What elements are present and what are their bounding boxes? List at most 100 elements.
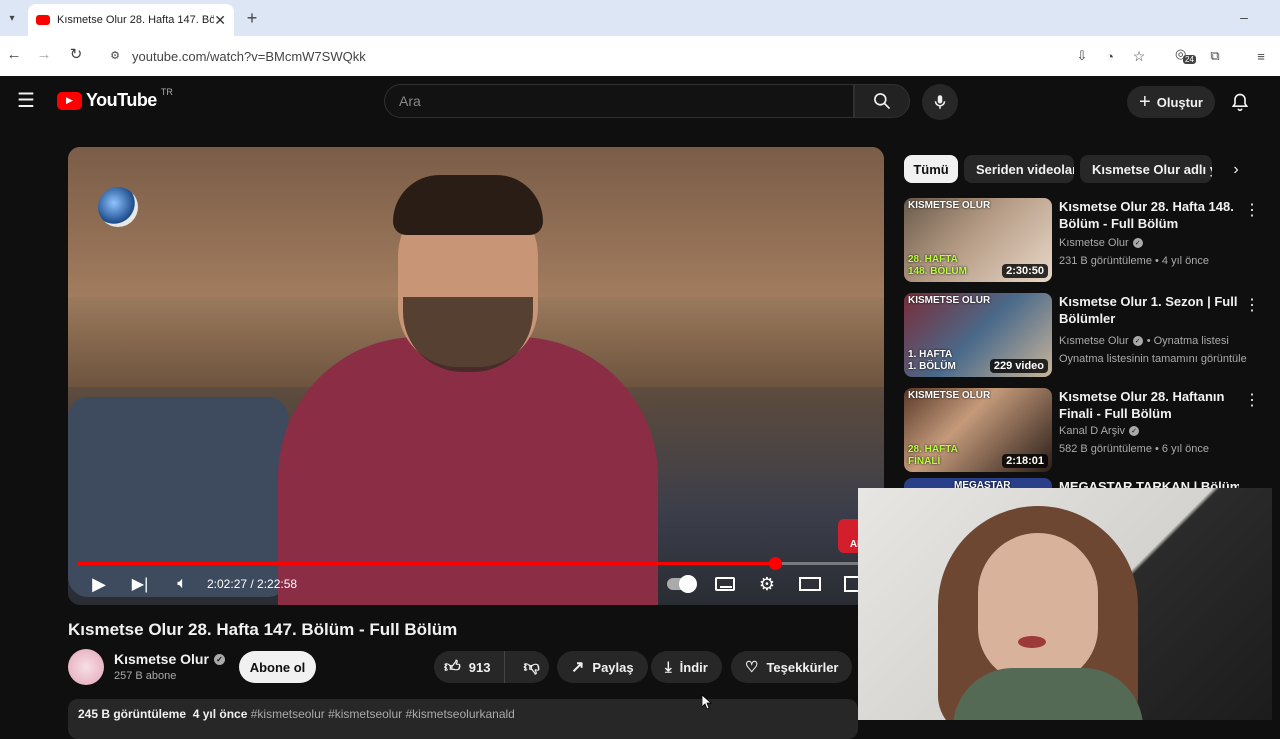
- recommended-video-title[interactable]: Kısmetse Olur 28. Hafta 148. Bölüm - Ful…: [1059, 198, 1239, 232]
- share-button[interactable]: ↗ Paylaş: [557, 651, 648, 683]
- description-box[interactable]: 245 B görüntüleme 4 yıl önce #kismetseol…: [68, 699, 858, 739]
- new-tab-icon[interactable]: +: [243, 8, 261, 28]
- thumbnail-brand-text: KISMETSE OLUR: [908, 200, 991, 211]
- address-bar[interactable]: ⚙ youtube.com/watch?v=BMcmW7SWQkk: [100, 42, 1160, 70]
- subscriber-count: 257 B abone: [114, 670, 177, 682]
- dislike-button[interactable]: 👎︎: [513, 651, 549, 683]
- chip-channel-videos[interactable]: Kısmetse Olur adlı yü: [1080, 155, 1212, 183]
- video-thumbnail[interactable]: KISMETSE OLUR 28. HAFTA FİNALİ 2:18:01: [904, 388, 1052, 472]
- subscribe-button[interactable]: Abone ol: [239, 651, 316, 683]
- like-button[interactable]: 👍︎ 913: [434, 651, 506, 683]
- recommended-video[interactable]: KISMETSE OLUR 28. HAFTA FİNALİ 2:18:01 K…: [904, 388, 1274, 478]
- recommended-playlist-channel[interactable]: Kısmetse Olur ✓ • Oynatma listesi: [1059, 335, 1229, 347]
- download-button[interactable]: ⤓ İndir: [651, 651, 722, 683]
- skip-next-icon: ▶|: [131, 576, 149, 593]
- channel-name-link[interactable]: Kısmetse Olur ✓: [114, 651, 225, 667]
- performance-icon[interactable]: ◔: [1102, 48, 1118, 64]
- description-hashtags[interactable]: #kismetseolur #kismetseolur #kismetseolu…: [251, 707, 515, 721]
- video-duration: 2:30:50: [1002, 264, 1048, 278]
- progress-scrubber-handle[interactable]: [769, 557, 782, 570]
- description-stats: 245 B görüntüleme 4 yıl önce: [78, 707, 248, 721]
- playlist-thumbnail[interactable]: KISMETSE OLUR 1. HAFTA 1. BÖLÜM 229 vide…: [904, 293, 1052, 377]
- like-count: 913: [468, 659, 491, 675]
- search-button[interactable]: [854, 84, 910, 118]
- thumbnail-episode-text: 28. HAFTA 148. BÖLÜM: [908, 254, 967, 277]
- menu-hamburger-icon[interactable]: ☰: [16, 90, 36, 112]
- voice-search-button[interactable]: [922, 84, 958, 120]
- site-info-icon[interactable]: ⚙: [108, 48, 122, 62]
- recommended-video-channel[interactable]: Kısmetse Olur ✓: [1059, 237, 1143, 249]
- share-button-label: Paylaş: [592, 659, 634, 675]
- share-arrow-icon: ↗: [571, 659, 585, 676]
- extensions-puzzle-icon[interactable]: ⧉: [1207, 48, 1223, 64]
- recommended-video[interactable]: KISMETSE OLUR 28. HAFTA 148. BÖLÜM 2:30:…: [904, 198, 1274, 288]
- plus-icon: +: [1139, 90, 1151, 113]
- search-placeholder: Ara: [399, 93, 421, 109]
- autoplay-toggle[interactable]: [666, 571, 697, 597]
- video-thumbnail[interactable]: KISMETSE OLUR 28. HAFTA 148. BÖLÜM 2:30:…: [904, 198, 1052, 282]
- thanks-button[interactable]: ♡ Teşekkürler: [731, 651, 853, 683]
- recommended-video-title[interactable]: Kısmetse Olur 28. Haftanın Finali - Full…: [1059, 388, 1239, 422]
- like-dislike-group: 👍︎ 913 👎︎: [434, 651, 549, 683]
- bookmark-star-icon[interactable]: ☆: [1131, 48, 1147, 64]
- time-display: 2:02:27 / 2:22:58: [207, 577, 298, 591]
- back-arrow-icon[interactable]: ←: [6, 46, 22, 63]
- mouse-cursor-icon: [701, 694, 713, 710]
- thumbs-down-icon: 👎︎: [523, 658, 540, 676]
- minimize-window-icon[interactable]: –: [1235, 8, 1253, 26]
- create-button[interactable]: + Oluştur: [1127, 86, 1215, 118]
- gear-icon: ⚙: [758, 573, 776, 594]
- more-options-icon[interactable]: ⋮: [1244, 200, 1260, 220]
- video-player[interactable]: ABO ▶ ▶| 🔈︎ 2:02:27 / 2:22:58 ⚙: [68, 147, 884, 605]
- recommended-video-meta: 231 B görüntüleme • 4 yıl önce: [1059, 255, 1209, 267]
- mute-button[interactable]: 🔈︎: [171, 571, 193, 597]
- theater-mode-button[interactable]: [798, 571, 822, 597]
- extension-badge-count: 24: [1183, 55, 1196, 64]
- tab-search-chevron-icon[interactable]: ▾: [4, 10, 20, 26]
- chip-channel-videos-label: Kısmetse Olur adlı yü: [1092, 161, 1212, 177]
- create-button-label: Oluştur: [1156, 94, 1203, 110]
- thumbnail-episode-text: 28. HAFTA FİNALİ: [908, 444, 958, 467]
- more-options-icon[interactable]: ⋮: [1244, 295, 1260, 315]
- next-video-button[interactable]: ▶|: [129, 571, 151, 597]
- webcam-person-mouth: [1018, 636, 1046, 648]
- reload-icon[interactable]: ↻: [68, 46, 84, 63]
- youtube-logo-text: YouTube: [86, 90, 157, 110]
- forward-arrow-icon[interactable]: →: [36, 46, 52, 63]
- webcam-overlay: [858, 488, 1272, 720]
- channel-avatar[interactable]: [68, 649, 104, 685]
- recommended-video-channel[interactable]: Kanal D Arşiv ✓: [1059, 425, 1140, 437]
- settings-button[interactable]: ⚙: [756, 571, 778, 597]
- video-duration: 2:18:01: [1002, 454, 1048, 468]
- install-app-icon[interactable]: ⇩: [1074, 48, 1090, 64]
- extension-badge-icon[interactable]: ◎ 24: [1175, 46, 1197, 68]
- autoplay-toggle-icon: [667, 575, 697, 593]
- reading-list-icon[interactable]: ≡: [1253, 48, 1269, 64]
- subtitles-button[interactable]: [714, 571, 736, 597]
- verified-badge-icon: ✓: [1132, 336, 1143, 346]
- view-full-playlist-link[interactable]: Oynatma listesinin tamamını görüntüle: [1059, 353, 1247, 365]
- recommended-playlist-title[interactable]: Kısmetse Olur 1. Sezon | Full Bölümler: [1059, 293, 1239, 327]
- chip-series-videos[interactable]: Seriden videolar: [964, 155, 1074, 183]
- youtube-logo[interactable]: ▶ YouTube TR: [57, 87, 173, 111]
- download-icon: ⤓: [665, 658, 672, 676]
- search-input[interactable]: Ara: [384, 84, 854, 118]
- webcam-person-face: [978, 533, 1098, 683]
- chip-all[interactable]: Tümü: [904, 155, 958, 183]
- thumbnail-brand-text: KISMETSE OLUR: [908, 390, 991, 401]
- playlist-type-label: • Oynatma listesi: [1146, 335, 1229, 347]
- channel-name: Kısmetse Olur: [1059, 237, 1129, 249]
- video-frame-chair: [68, 397, 288, 597]
- progress-bar-played: [78, 562, 775, 565]
- youtube-favicon-icon: [36, 15, 50, 25]
- channel-watermark-logo: [98, 187, 138, 227]
- chips-next-chevron-icon[interactable]: ›: [1226, 160, 1246, 180]
- notifications-bell-icon[interactable]: [1229, 91, 1251, 113]
- play-button[interactable]: ▶: [88, 571, 110, 597]
- browser-tab[interactable]: Kısmetse Olur 28. Hafta 147. Bö ✕: [28, 4, 234, 36]
- chip-all-label: Tümü: [913, 161, 949, 177]
- recommended-playlist[interactable]: KISMETSE OLUR 1. HAFTA 1. BÖLÜM 229 vide…: [904, 293, 1274, 383]
- more-options-icon[interactable]: ⋮: [1244, 390, 1260, 410]
- close-tab-icon[interactable]: ✕: [214, 12, 226, 29]
- thumbnail-brand-text: KISMETSE OLUR: [908, 295, 991, 306]
